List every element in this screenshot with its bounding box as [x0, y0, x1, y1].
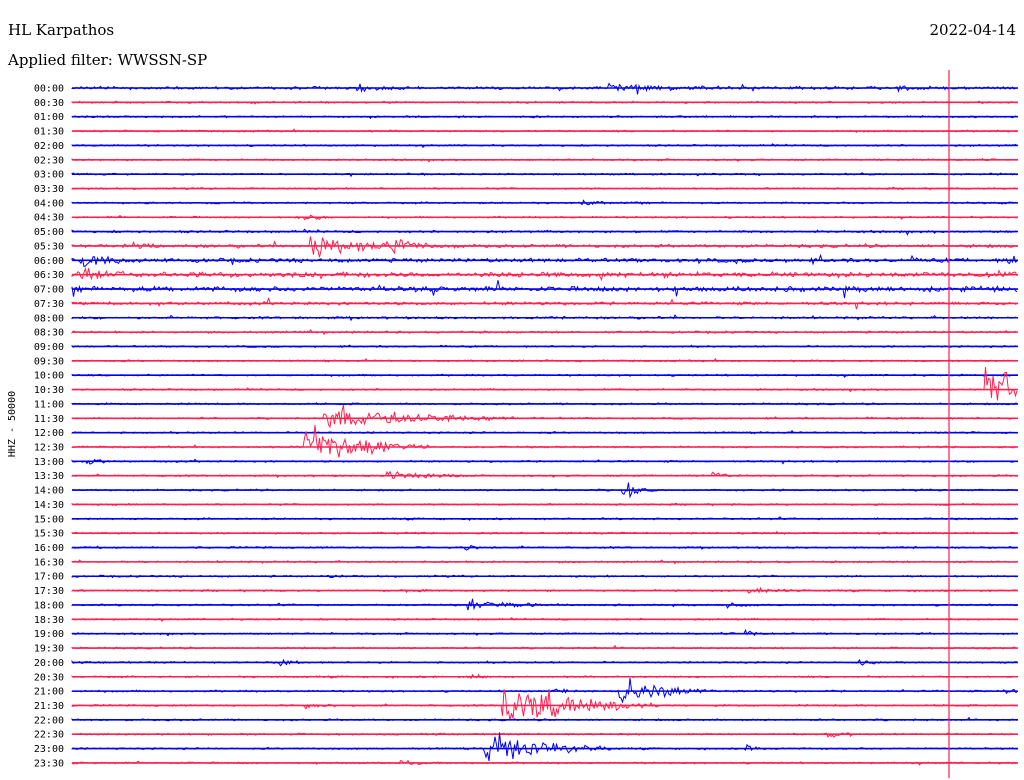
- time-label-1100: 11:00: [34, 399, 64, 410]
- time-label-2200: 22:00: [34, 715, 64, 726]
- time-label-1000: 10:00: [34, 371, 64, 382]
- trace-2300: [71, 732, 1018, 762]
- seismogram-chart: 00:00 00:30 01:00 01:30 02:00 02:30 03:00 03:30…: [7, 70, 1018, 778]
- channel-label: HHZ - 50000: [7, 391, 18, 457]
- trace-0000: [71, 82, 1018, 95]
- time-label-2030: 20:30: [34, 672, 64, 683]
- time-label-1730: 17:30: [34, 586, 64, 597]
- time-label-2130: 21:30: [34, 701, 64, 712]
- time-label-1400: 14:00: [34, 486, 64, 497]
- time-label-1630: 16:30: [34, 557, 64, 568]
- time-label-0100: 01:00: [34, 112, 64, 123]
- time-label-0030: 00:30: [34, 98, 64, 109]
- trace-2100: [71, 677, 1017, 704]
- time-label-1600: 16:00: [34, 543, 64, 554]
- trace-layer: [71, 70, 1018, 778]
- time-label-0600: 06:00: [34, 256, 64, 267]
- time-label-1500: 15:00: [34, 514, 64, 525]
- time-label-1530: 15:30: [34, 529, 64, 540]
- time-label-1200: 12:00: [34, 428, 64, 439]
- time-label-1930: 19:30: [34, 644, 64, 655]
- time-label-0330: 03:30: [34, 184, 64, 195]
- time-label-1700: 17:00: [34, 572, 64, 583]
- time-label-0130: 01:30: [34, 127, 64, 138]
- time-label-1900: 19:00: [34, 629, 64, 640]
- time-label-1330: 13:30: [34, 471, 64, 482]
- time-label-0530: 05:30: [34, 241, 64, 252]
- time-label-0300: 03:00: [34, 170, 64, 181]
- time-label-0730: 07:30: [34, 299, 64, 310]
- time-label-0800: 08:00: [34, 313, 64, 324]
- trace-0530: [71, 236, 1018, 258]
- time-label-2100: 21:00: [34, 687, 64, 698]
- time-label-0400: 04:00: [34, 198, 64, 209]
- time-label-0900: 09:00: [34, 342, 64, 353]
- time-label-0630: 06:30: [34, 270, 64, 281]
- time-label-1230: 12:30: [34, 443, 64, 454]
- trace-1030: [71, 366, 1018, 401]
- time-label-0000: 00:00: [34, 84, 64, 95]
- time-label-0830: 08:30: [34, 328, 64, 339]
- time-label-0200: 02:00: [34, 141, 64, 152]
- time-label-0430: 04:30: [34, 213, 64, 224]
- time-label-1130: 11:30: [34, 414, 64, 425]
- trace-1130: [71, 404, 1018, 429]
- time-label-0700: 07:00: [34, 285, 64, 296]
- time-label-0930: 09:30: [34, 356, 64, 367]
- time-label-1430: 14:30: [34, 500, 64, 511]
- time-label-1300: 13:00: [34, 457, 64, 468]
- time-label-0230: 02:30: [34, 155, 64, 166]
- time-label-1830: 18:30: [34, 615, 64, 626]
- time-label-2300: 23:00: [34, 744, 64, 755]
- time-label-2330: 23:30: [34, 758, 64, 769]
- time-label-1030: 10:30: [34, 385, 64, 396]
- time-label-2000: 20:00: [34, 658, 64, 669]
- trace-1230: [71, 425, 1018, 458]
- time-tick-labels: 00:00 00:30 01:00 01:30 02:00 02:30 03:00 03:30…: [34, 84, 64, 770]
- time-label-2230: 22:30: [34, 730, 64, 741]
- trace-2130: [71, 689, 1018, 721]
- time-label-0500: 05:00: [34, 227, 64, 238]
- time-label-1800: 18:00: [34, 600, 64, 611]
